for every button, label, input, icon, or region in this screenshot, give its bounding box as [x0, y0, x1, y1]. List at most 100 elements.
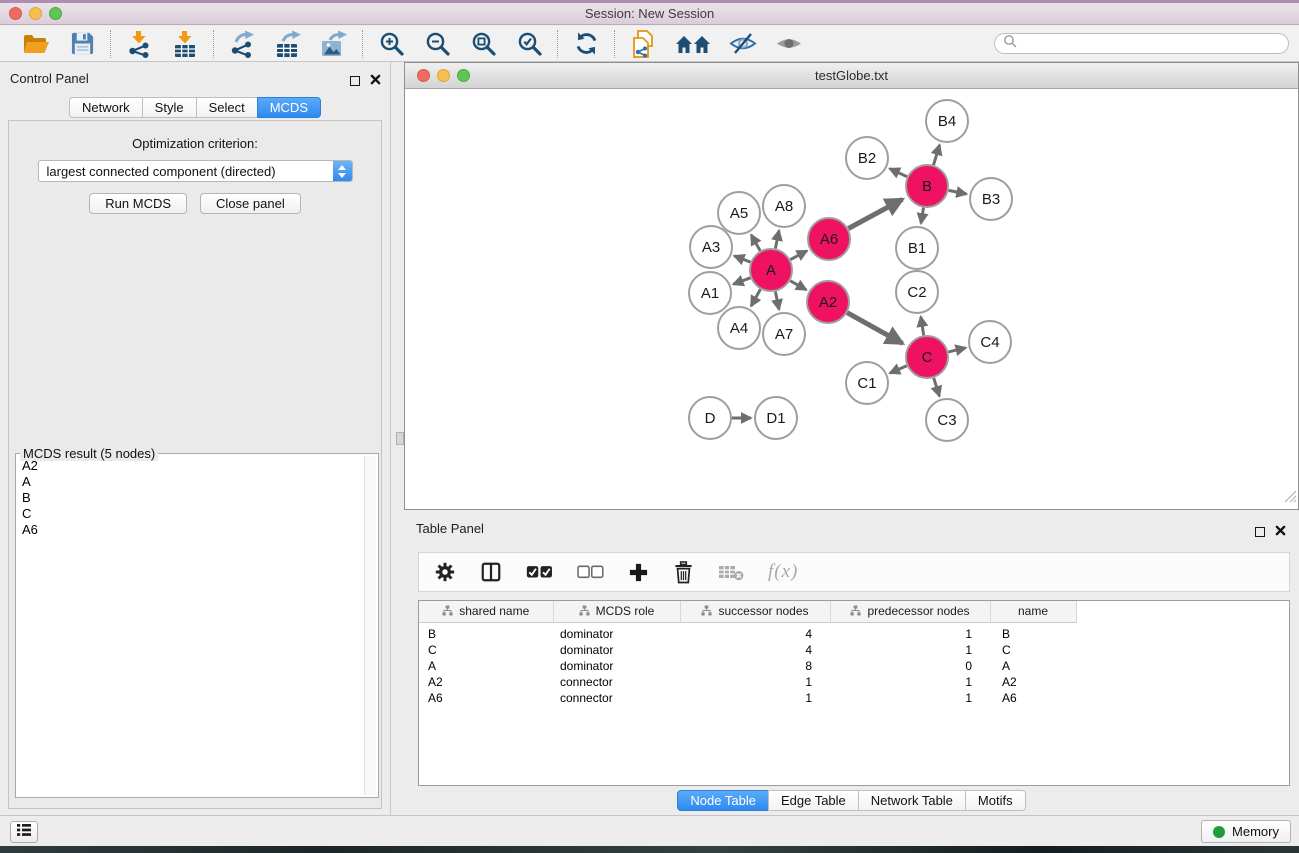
node-D1[interactable]: D1 — [755, 397, 797, 439]
column-header-name[interactable]: name — [990, 601, 1076, 622]
tab-style[interactable]: Style — [142, 97, 197, 118]
node-A4[interactable]: A4 — [718, 307, 760, 349]
export-image-icon[interactable] — [319, 29, 349, 59]
delete-table-icon[interactable] — [718, 563, 744, 581]
node-C1[interactable]: C1 — [846, 362, 888, 404]
edge-B-B4[interactable] — [934, 145, 940, 165]
node-C4[interactable]: C4 — [969, 321, 1011, 363]
column-header-shared-name[interactable]: shared name — [419, 601, 553, 622]
node-A6[interactable]: A6 — [808, 218, 850, 260]
edge-A-A7[interactable] — [775, 292, 779, 310]
zoom-fit-icon[interactable] — [468, 29, 498, 59]
new-network-from-selection-icon[interactable] — [628, 29, 658, 59]
network-close-button[interactable] — [417, 69, 430, 82]
edge-B-B1[interactable] — [921, 208, 924, 224]
tab-edge-table[interactable]: Edge Table — [768, 790, 859, 811]
network-graph[interactable]: B4B2BB3A8A5A6B1A3AC2A1A2A4A7C4CC1C3DD1 — [405, 89, 1298, 509]
panel-splitter-handle[interactable] — [396, 432, 404, 445]
column-header-MCDS-role[interactable]: MCDS role — [553, 601, 680, 622]
tab-select[interactable]: Select — [196, 97, 258, 118]
memory-button[interactable]: Memory — [1201, 820, 1291, 843]
hide-selection-icon[interactable] — [728, 29, 758, 59]
create-new-column-icon[interactable] — [628, 562, 649, 583]
result-list-item[interactable]: B — [18, 490, 362, 506]
show-column-icon[interactable] — [480, 561, 502, 583]
minimize-window-button[interactable] — [29, 7, 42, 20]
node-D[interactable]: D — [689, 397, 731, 439]
search-input[interactable] — [1022, 37, 1280, 51]
edge-A-A5[interactable] — [751, 235, 760, 251]
function-builder-icon[interactable]: f(x) — [768, 561, 798, 583]
edge-A2-C[interactable] — [847, 313, 902, 344]
network-minimize-button[interactable] — [437, 69, 450, 82]
run-mcds-button[interactable]: Run MCDS — [89, 193, 187, 214]
column-header-predecessor-nodes[interactable]: predecessor nodes — [830, 601, 990, 622]
node-B[interactable]: B — [906, 165, 948, 207]
close-panel-icon[interactable] — [370, 72, 381, 90]
edge-C-C3[interactable] — [934, 378, 940, 396]
window-resize-grip[interactable] — [1284, 490, 1297, 508]
import-network-icon[interactable] — [124, 29, 154, 59]
tab-motifs[interactable]: Motifs — [965, 790, 1026, 811]
edge-A-A8[interactable] — [775, 231, 779, 249]
edge-A-A4[interactable] — [751, 289, 760, 306]
network-zoom-button[interactable] — [457, 69, 470, 82]
import-table-icon[interactable] — [170, 29, 200, 59]
result-list-item[interactable]: A2 — [18, 458, 362, 474]
table-row[interactable]: Bdominator41B — [419, 622, 1289, 642]
close-table-panel-icon[interactable] — [1275, 523, 1286, 541]
node-A5[interactable]: A5 — [718, 192, 760, 234]
open-session-icon[interactable] — [21, 29, 51, 59]
task-history-button[interactable] — [10, 821, 38, 843]
network-window-titlebar[interactable]: testGlobe.txt — [405, 63, 1298, 89]
node-B4[interactable]: B4 — [926, 100, 968, 142]
save-session-icon[interactable] — [67, 29, 97, 59]
table-row[interactable]: Cdominator41C — [419, 642, 1289, 658]
edge-C-C1[interactable] — [890, 366, 907, 373]
table-row[interactable]: Adominator80A — [419, 658, 1289, 674]
tab-mcds[interactable]: MCDS — [257, 97, 321, 118]
edge-B-B2[interactable] — [890, 169, 907, 177]
edge-B-B3[interactable] — [949, 190, 967, 194]
edge-A-A1[interactable] — [733, 278, 750, 284]
node-A[interactable]: A — [750, 249, 792, 291]
column-header-successor-nodes[interactable]: successor nodes — [680, 601, 830, 622]
node-A3[interactable]: A3 — [690, 226, 732, 268]
float-panel-icon[interactable] — [350, 76, 360, 86]
node-A7[interactable]: A7 — [763, 313, 805, 355]
zoom-window-button[interactable] — [49, 7, 62, 20]
select-all-columns-icon[interactable] — [526, 565, 553, 579]
export-network-icon[interactable] — [227, 29, 257, 59]
result-list-item[interactable]: A6 — [18, 522, 362, 538]
node-B2[interactable]: B2 — [846, 137, 888, 179]
search-field[interactable] — [994, 33, 1289, 54]
export-table-icon[interactable] — [273, 29, 303, 59]
zoom-in-icon[interactable] — [376, 29, 406, 59]
edge-A6-B[interactable] — [848, 199, 902, 228]
optimization-criterion-select[interactable]: largest connected component (directed) — [38, 160, 353, 182]
edge-A-A2[interactable] — [790, 281, 806, 290]
table-row[interactable]: A2connector11A2 — [419, 674, 1289, 690]
edge-C-C2[interactable] — [921, 317, 924, 336]
tab-network-table[interactable]: Network Table — [858, 790, 966, 811]
zoom-selected-icon[interactable] — [514, 29, 544, 59]
table-options-icon[interactable] — [434, 561, 456, 583]
result-scrollbar[interactable] — [364, 456, 376, 795]
unselect-all-columns-icon[interactable] — [577, 565, 604, 579]
table-row[interactable]: A6connector11A6 — [419, 690, 1289, 706]
close-window-button[interactable] — [9, 7, 22, 20]
edge-C-C4[interactable] — [948, 348, 965, 352]
node-C3[interactable]: C3 — [926, 399, 968, 441]
tab-node-table[interactable]: Node Table — [677, 790, 769, 811]
edge-A-A6[interactable] — [790, 251, 807, 260]
close-panel-button[interactable]: Close panel — [200, 193, 301, 214]
zoom-out-icon[interactable] — [422, 29, 452, 59]
node-A2[interactable]: A2 — [807, 281, 849, 323]
show-all-icon[interactable] — [774, 29, 804, 59]
result-list-item[interactable]: C — [18, 506, 362, 522]
tab-network[interactable]: Network — [69, 97, 143, 118]
float-table-panel-icon[interactable] — [1255, 527, 1265, 537]
node-C2[interactable]: C2 — [896, 271, 938, 313]
update-network-icon[interactable] — [571, 29, 601, 59]
edge-A-A3[interactable] — [734, 256, 750, 262]
